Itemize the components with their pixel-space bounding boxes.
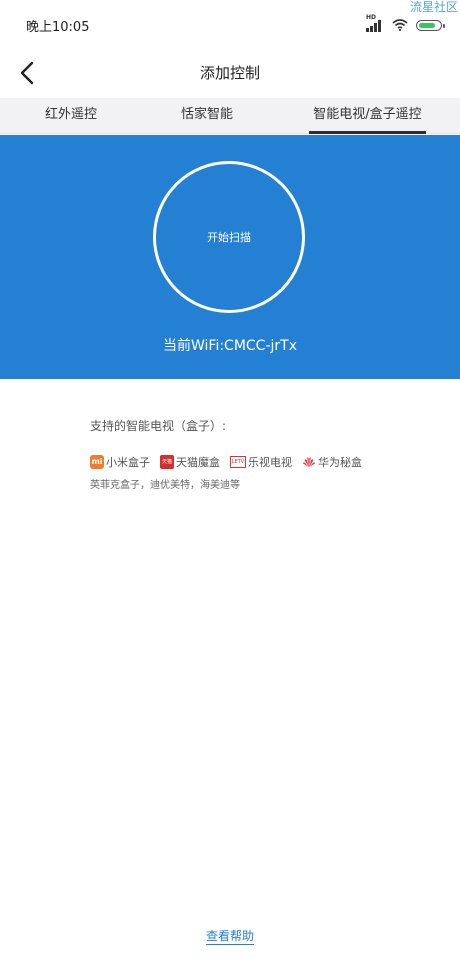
- brand-name: 天猫魔盒: [176, 456, 220, 469]
- tmall-logo-icon: 天猫: [160, 455, 174, 469]
- supported-devices-title: 支持的智能电视（盒子）:: [90, 419, 227, 433]
- page-title: 添加控制: [199, 64, 260, 82]
- brand-item: mi 小米盒子: [90, 454, 150, 470]
- brand-name: 乐视电视: [248, 456, 292, 469]
- xiaomi-logo-icon: mi: [90, 455, 104, 469]
- current-wifi-text: 当前WiFi:CMCC-jrTx: [162, 338, 297, 354]
- tab-infrared-remote[interactable]: 红外遥控: [36, 98, 106, 134]
- tab-bar: 红外遥控 恬家智能 智能电视/盒子遥控: [0, 98, 460, 134]
- status-bar: 晚上10:05 流星社区 HD: [0, 0, 460, 48]
- battery-icon: [416, 19, 445, 31]
- scan-panel: 开始扫描 当前WiFi:CMCC-jrTx: [0, 135, 460, 379]
- brand-item: LETV 乐视电视: [230, 454, 292, 470]
- start-scan-label: 开始扫描: [207, 231, 251, 244]
- status-time: 晚上10:05: [26, 20, 90, 35]
- view-help-link[interactable]: 查看帮助: [0, 927, 460, 945]
- brand-name: 华为秘盒: [318, 456, 362, 469]
- wifi-icon: [392, 19, 408, 31]
- nav-bar: 添加控制: [0, 48, 460, 98]
- letv-logo-icon: LETV: [230, 456, 246, 468]
- huawei-logo-icon: [302, 457, 316, 467]
- brand-item: 华为秘盒: [302, 454, 362, 470]
- status-icons: HD: [366, 14, 445, 32]
- view-help-label: 查看帮助: [205, 929, 254, 945]
- tab-tianjia-smart[interactable]: 恬家智能: [172, 98, 242, 134]
- start-scan-button[interactable]: 开始扫描: [153, 161, 305, 313]
- brand-list: mi 小米盒子 天猫 天猫魔盒 LETV 乐视电视 华为秘盒: [90, 454, 420, 470]
- other-brands-text: 英菲克盒子，迪优美特，海美迪等: [90, 480, 240, 491]
- brand-item: 天猫 天猫魔盒: [160, 454, 220, 470]
- hd-signal-icon: HD: [366, 14, 384, 32]
- tab-smart-tv-box-remote[interactable]: 智能电视/盒子遥控: [309, 98, 426, 134]
- brand-name: 小米盒子: [106, 456, 150, 469]
- watermark-text: 流星社区: [409, 0, 458, 14]
- supported-devices: 支持的智能电视（盒子）: mi 小米盒子 天猫 天猫魔盒 LETV 乐视电视 华…: [90, 417, 420, 491]
